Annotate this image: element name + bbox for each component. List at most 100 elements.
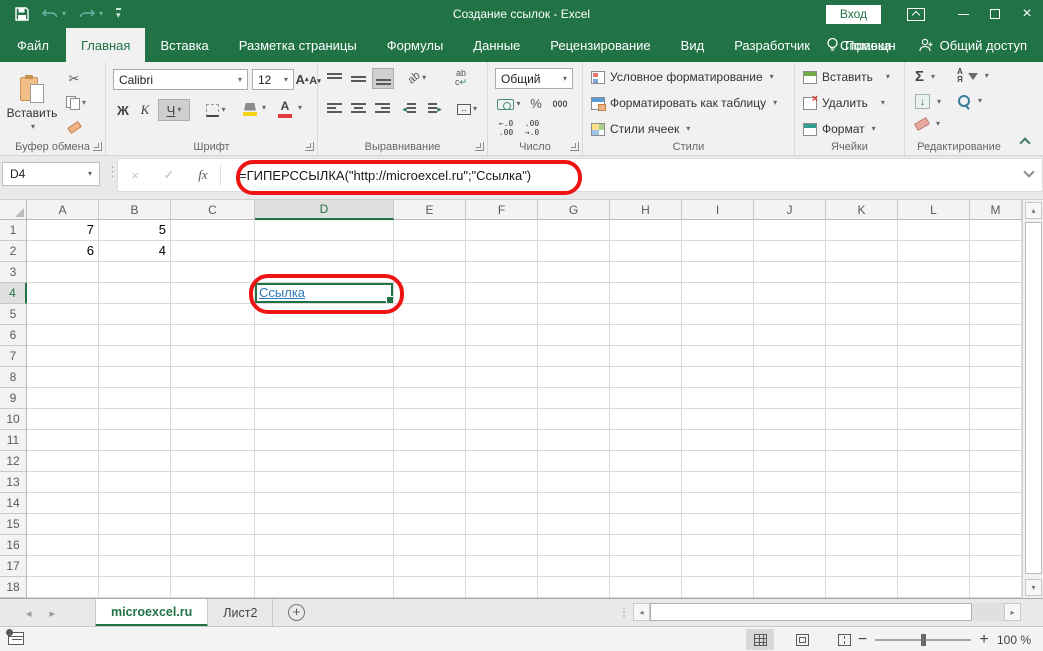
cell-I8[interactable] bbox=[682, 367, 754, 388]
row-header-2[interactable]: 2 bbox=[0, 241, 27, 262]
cell-E16[interactable] bbox=[394, 535, 466, 556]
cell-A12[interactable] bbox=[27, 451, 99, 472]
cell-E1[interactable] bbox=[394, 220, 466, 241]
ribbon-tab-Вид[interactable]: Вид bbox=[666, 28, 720, 62]
cell-E18[interactable] bbox=[394, 577, 466, 598]
horizontal-scroll-thumb[interactable] bbox=[650, 603, 972, 621]
cell-G17[interactable] bbox=[538, 556, 610, 577]
cell-F7[interactable] bbox=[466, 346, 538, 367]
cell-H12[interactable] bbox=[610, 451, 682, 472]
cell-K6[interactable] bbox=[826, 325, 898, 346]
autosum-button[interactable]: Σ▾ bbox=[915, 68, 935, 85]
cell-B10[interactable] bbox=[99, 409, 171, 430]
cell-F4[interactable] bbox=[466, 283, 538, 304]
cell-E2[interactable] bbox=[394, 241, 466, 262]
cell-I18[interactable] bbox=[682, 577, 754, 598]
cell-D18[interactable] bbox=[255, 577, 394, 598]
cell-A5[interactable] bbox=[27, 304, 99, 325]
zoom-in-icon[interactable]: + bbox=[979, 631, 988, 649]
assistant-button[interactable]: Помощн bbox=[818, 37, 904, 53]
view-page-break-button[interactable] bbox=[830, 629, 858, 650]
cell-G2[interactable] bbox=[538, 241, 610, 262]
cell-E5[interactable] bbox=[394, 304, 466, 325]
currency-format-button[interactable]: ▾ bbox=[495, 96, 523, 112]
cell-L8[interactable] bbox=[898, 367, 970, 388]
copy-button[interactable]: ▾ bbox=[62, 94, 90, 112]
cell-B5[interactable] bbox=[99, 304, 171, 325]
cell-E17[interactable] bbox=[394, 556, 466, 577]
cell-H14[interactable] bbox=[610, 493, 682, 514]
row-header-15[interactable]: 15 bbox=[0, 514, 27, 535]
cell-A8[interactable] bbox=[27, 367, 99, 388]
cell-F8[interactable] bbox=[466, 367, 538, 388]
undo-dropdown-icon[interactable]: ▾ bbox=[62, 10, 66, 18]
close-button[interactable]: × bbox=[1011, 0, 1043, 28]
cell-L7[interactable] bbox=[898, 346, 970, 367]
cell-M13[interactable] bbox=[970, 472, 1022, 493]
format-cells-button[interactable]: Формат▾ bbox=[803, 122, 876, 136]
cell-L14[interactable] bbox=[898, 493, 970, 514]
cell-C11[interactable] bbox=[171, 430, 255, 451]
prev-sheet-icon[interactable]: ◂ bbox=[26, 607, 32, 620]
column-header-A[interactable]: A bbox=[27, 200, 99, 220]
cell-D15[interactable] bbox=[255, 514, 394, 535]
customize-qat-icon[interactable]: ▾ bbox=[116, 8, 121, 20]
row-header-3[interactable]: 3 bbox=[0, 262, 27, 283]
vertical-scroll-thumb[interactable] bbox=[1025, 222, 1042, 574]
cell-C1[interactable] bbox=[171, 220, 255, 241]
name-box[interactable]: D4▾ bbox=[2, 162, 100, 186]
formula-input[interactable]: =ГИПЕРССЫЛКА("http://microexcel.ru";"Ссы… bbox=[239, 168, 531, 183]
cell-J16[interactable] bbox=[754, 535, 826, 556]
cell-C4[interactable] bbox=[171, 283, 255, 304]
font-color-dropdown[interactable]: ▾ bbox=[294, 104, 304, 112]
cell-M11[interactable] bbox=[970, 430, 1022, 451]
row-header-18[interactable]: 18 bbox=[0, 577, 27, 598]
comma-format-button[interactable]: 000 bbox=[548, 96, 572, 112]
cell-A1[interactable]: 7 bbox=[27, 220, 99, 241]
cell-H16[interactable] bbox=[610, 535, 682, 556]
minimize-button[interactable] bbox=[947, 0, 979, 28]
cell-C16[interactable] bbox=[171, 535, 255, 556]
row-header-10[interactable]: 10 bbox=[0, 409, 27, 430]
cell-H6[interactable] bbox=[610, 325, 682, 346]
cell-L9[interactable] bbox=[898, 388, 970, 409]
cell-J3[interactable] bbox=[754, 262, 826, 283]
cell-M2[interactable] bbox=[970, 241, 1022, 262]
increase-decimal-button[interactable]: ←.0.00 bbox=[495, 118, 517, 138]
scroll-right-icon[interactable]: ▸ bbox=[1004, 603, 1021, 621]
cell-D14[interactable] bbox=[255, 493, 394, 514]
insert-cells-button[interactable]: Вставить▾ bbox=[803, 70, 890, 84]
merge-center-button[interactable]: ↔▾ bbox=[452, 100, 482, 118]
find-select-button[interactable]: ▾ bbox=[957, 94, 982, 108]
cell-I9[interactable] bbox=[682, 388, 754, 409]
cell-D5[interactable] bbox=[255, 304, 394, 325]
cell-L2[interactable] bbox=[898, 241, 970, 262]
cell-F5[interactable] bbox=[466, 304, 538, 325]
cell-E3[interactable] bbox=[394, 262, 466, 283]
cell-F12[interactable] bbox=[466, 451, 538, 472]
cell-G6[interactable] bbox=[538, 325, 610, 346]
font-size-combo[interactable]: 12▾ bbox=[252, 69, 294, 90]
cell-K17[interactable] bbox=[826, 556, 898, 577]
cell-B18[interactable] bbox=[99, 577, 171, 598]
cell-K8[interactable] bbox=[826, 367, 898, 388]
cell-I7[interactable] bbox=[682, 346, 754, 367]
cell-G14[interactable] bbox=[538, 493, 610, 514]
cell-K11[interactable] bbox=[826, 430, 898, 451]
cell-L1[interactable] bbox=[898, 220, 970, 241]
column-header-F[interactable]: F bbox=[466, 200, 538, 220]
cell-B7[interactable] bbox=[99, 346, 171, 367]
cell-F11[interactable] bbox=[466, 430, 538, 451]
cell-G4[interactable] bbox=[538, 283, 610, 304]
cell-L16[interactable] bbox=[898, 535, 970, 556]
cell-D12[interactable] bbox=[255, 451, 394, 472]
row-header-17[interactable]: 17 bbox=[0, 556, 27, 577]
cell-G11[interactable] bbox=[538, 430, 610, 451]
ribbon-tab-Разработчик[interactable]: Разработчик bbox=[719, 28, 825, 62]
cell-F3[interactable] bbox=[466, 262, 538, 283]
cell-G12[interactable] bbox=[538, 451, 610, 472]
delete-cells-button[interactable]: Удалить▾ bbox=[803, 96, 885, 110]
font-dialog-launcher-icon[interactable] bbox=[305, 142, 314, 151]
fill-color-dropdown[interactable]: ▾ bbox=[258, 104, 268, 112]
cell-J8[interactable] bbox=[754, 367, 826, 388]
